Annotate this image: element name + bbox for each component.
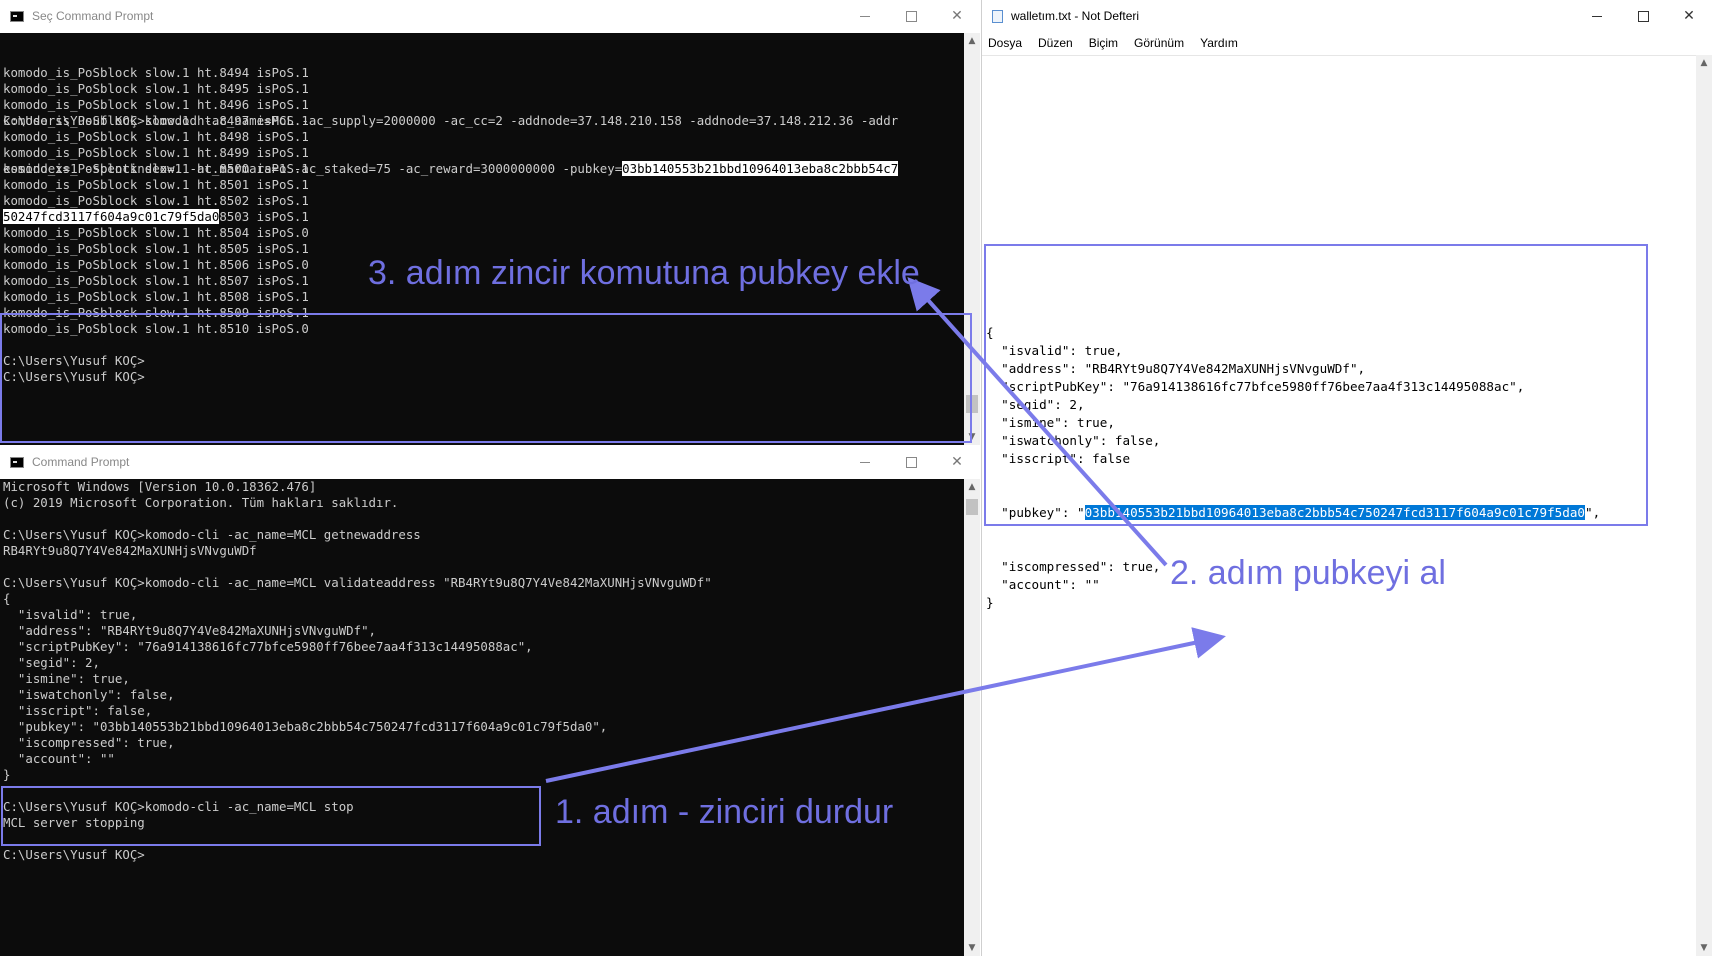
step2-annotation: 2. adım pubkeyi al <box>1170 554 1446 592</box>
step1-annotation: 1. adım - zinciri durdur <box>555 793 894 831</box>
step3-annotation: 3. adım zincir komutuna pubkey ekle <box>368 254 920 292</box>
arrow-step1-to-step2 <box>545 627 1226 783</box>
arrow-step2-to-step3 <box>907 277 1168 567</box>
